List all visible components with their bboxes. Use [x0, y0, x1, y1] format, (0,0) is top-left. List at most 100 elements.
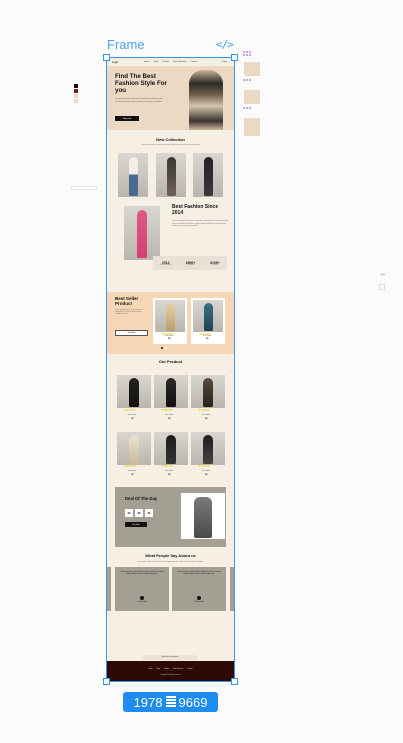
testimonials-title: What People Say About us — [145, 553, 196, 558]
design-canvas[interactable]: Frame </> ••• Logo Home Shop Product New… — [0, 0, 403, 743]
our-product-title: Our Product — [158, 359, 183, 364]
site-logo[interactable]: Logo — [112, 61, 118, 64]
deal-image — [181, 493, 225, 539]
collection-image[interactable] — [193, 153, 223, 197]
model-figure — [128, 156, 138, 196]
ghost-layer[interactable] — [379, 284, 385, 290]
buy-now-button[interactable]: Buy Now — [125, 522, 147, 527]
resize-handle-bottom-right[interactable] — [231, 678, 238, 685]
nav-link[interactable]: Shop — [153, 61, 158, 63]
testimonial-card[interactable]: Lorem ipsum dolor sit amet consectetur a… — [172, 567, 226, 611]
nav-link[interactable]: New Collection — [173, 61, 186, 63]
product-image[interactable] — [191, 375, 225, 408]
footer-link[interactable]: Home — [149, 669, 153, 670]
footer-link[interactable]: New Collection — [173, 669, 183, 670]
frame-height: 9669 — [178, 694, 208, 710]
product-name: Dress Name — [202, 415, 211, 416]
product-image — [193, 300, 223, 332]
nav-link[interactable]: Product — [162, 61, 169, 63]
site-nav: Logo Home Shop Product New Collection Co… — [107, 58, 234, 66]
product-name: Dress Name — [202, 471, 211, 472]
product-image[interactable] — [191, 432, 225, 465]
timer-box: 05 — [145, 509, 153, 517]
color-swatch[interactable] — [74, 94, 78, 98]
footer-links: Home Shop Product New Collection Contact — [117, 669, 224, 670]
nav-link[interactable]: Home — [144, 61, 149, 63]
hero-title: Find The Best Fashion Style For you — [115, 73, 167, 94]
newsletter-input[interactable]: Subscribe to our newsletter — [143, 655, 197, 660]
model-figure — [203, 156, 213, 196]
color-swatch[interactable] — [74, 84, 78, 88]
footer-link[interactable]: Product — [164, 669, 169, 670]
nav-link[interactable]: Contact — [190, 61, 197, 63]
product-price: $99 — [131, 475, 134, 476]
copyright: Copyright 2024. All rights reserved. — [160, 675, 181, 676]
color-swatch[interactable] — [74, 89, 78, 93]
product-price: $99 — [168, 475, 171, 476]
product-name: Dress Name — [165, 336, 174, 337]
about-title: Best Fashion Since 2014 — [172, 204, 219, 216]
product-image[interactable] — [154, 375, 188, 408]
carousel-dot[interactable] — [165, 347, 167, 349]
shop-now-button[interactable]: Shop Now — [115, 116, 139, 121]
countdown-timer: 02 06 05 — [125, 509, 153, 517]
product-card[interactable]: ★★★★★ Dress Name $99 — [191, 298, 225, 344]
new-collection-title: New Collection — [156, 137, 185, 142]
product-price: $99 — [205, 475, 208, 476]
testimonial-quote: Lorem ipsum dolor sit amet consectetur a… — [177, 572, 221, 575]
resize-handle-bottom-left[interactable] — [103, 678, 110, 685]
product-price: $99 — [206, 339, 209, 340]
code-icon[interactable]: </> — [216, 38, 234, 51]
frame-size-badge: 1978 9669 — [123, 692, 218, 712]
product-name: Dress Name — [165, 471, 174, 472]
rating-stars: ★★★★★ — [161, 464, 173, 468]
model-figure — [194, 496, 212, 538]
rating-stars: ★★★★★ — [124, 464, 136, 468]
product-price: $99 — [205, 419, 208, 420]
hero-model-image — [189, 70, 223, 130]
rating-stars: ★★★★★ — [198, 408, 210, 412]
about-image — [124, 206, 160, 260]
deal-of-the-day-section: Deal Of The Day 02 06 05 Buy Now — [115, 487, 226, 547]
more-icon[interactable]: ••• — [380, 272, 385, 279]
collection-image[interactable] — [118, 153, 148, 197]
login-button[interactable]: Login — [220, 60, 229, 64]
product-image[interactable] — [117, 375, 151, 408]
ghost-layer[interactable] — [71, 186, 97, 190]
testimonial-card-partial — [107, 567, 111, 611]
stats-bar: 2014 Since Founded 6900+ Customers 3105+ Pr… — [153, 256, 227, 270]
avatar — [197, 596, 201, 600]
testimonial-card[interactable]: Lorem ipsum dolor sit amet consectetur a… — [115, 567, 169, 611]
testimonial-card-partial — [230, 567, 234, 611]
timer-box: 02 — [125, 509, 133, 517]
product-price: $99 — [168, 339, 171, 340]
rating-stars: ★★★★★ — [198, 464, 210, 468]
hero-section: Find The Best Fashion Style For you Lore… — [107, 66, 234, 130]
frame-label[interactable]: Frame — [107, 37, 145, 52]
testimonial-name: Customer Name — [136, 602, 148, 603]
best-seller-section: Best Seller Product Lorem ipsum dolor si… — [107, 292, 234, 354]
component-thumbnails[interactable] — [242, 50, 262, 140]
product-name: Dress Name — [203, 336, 212, 337]
product-image[interactable] — [117, 432, 151, 465]
product-name: Dress Name — [128, 415, 137, 416]
collection-image[interactable] — [156, 153, 186, 197]
color-swatch[interactable] — [74, 99, 78, 103]
selected-frame[interactable]: Logo Home Shop Product New Collection Co… — [106, 57, 235, 682]
product-card[interactable]: ★★★★★ Dress Name $99 — [153, 298, 187, 344]
product-price: $99 — [131, 419, 134, 420]
stat-item: 2014 Since Founded — [160, 260, 172, 266]
model-figure — [136, 210, 148, 259]
footer-link[interactable]: Contact — [187, 669, 192, 670]
testimonial-quote: Lorem ipsum dolor sit amet consectetur a… — [120, 572, 164, 575]
product-image[interactable] — [154, 432, 188, 465]
resize-handle-top-right[interactable] — [231, 54, 238, 61]
carousel-dot[interactable] — [161, 347, 163, 349]
testimonial-name: Customer Name — [193, 602, 205, 603]
resize-handle-top-left[interactable] — [103, 54, 110, 61]
new-collection-subtitle: Lorem ipsum dolor sit amet consectetur a… — [141, 144, 200, 146]
product-price: $99 — [168, 419, 171, 420]
testimonials-subtitle: Lorem ipsum dolor sit amet consectetur a… — [137, 561, 204, 563]
footer-link[interactable]: Shop — [157, 669, 161, 670]
see-more-button[interactable]: See More — [115, 330, 148, 336]
